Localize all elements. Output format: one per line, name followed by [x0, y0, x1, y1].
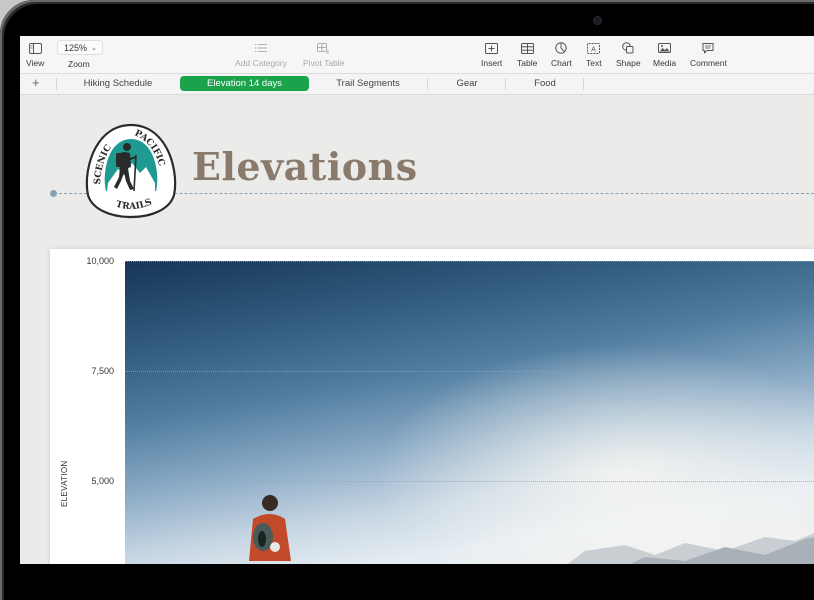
pivot-table-label: Pivot Table	[303, 58, 345, 68]
pivot-table-icon	[317, 40, 330, 56]
insert-button[interactable]: Insert	[481, 40, 502, 68]
elevation-chart[interactable]: 10,000 7,500 5,000 ELEVATION	[50, 249, 814, 564]
gridline-5000	[125, 481, 814, 482]
comment-icon	[702, 40, 714, 56]
text-button[interactable]: A Text	[586, 40, 602, 68]
numbers-window: View 125% ⌄ Zoom Add Category Pivot Tabl…	[20, 36, 814, 564]
hiker-figure	[249, 495, 291, 561]
insert-label: Insert	[481, 58, 503, 68]
comment-label: Comment	[690, 58, 727, 68]
chevron-down-icon: ⌄	[91, 44, 97, 52]
tab-label: Gear	[456, 78, 478, 89]
tab-elevation-14-days[interactable]: Elevation 14 days	[180, 76, 309, 91]
shape-button[interactable]: Shape	[616, 40, 641, 68]
chart-icon	[555, 40, 568, 56]
tab-divider	[583, 78, 584, 90]
list-icon	[254, 40, 267, 56]
page-title: Elevations	[192, 144, 418, 189]
media-button[interactable]: Media	[653, 40, 676, 68]
zoom-label: Zoom	[68, 59, 90, 69]
tab-label: Elevation 14 days	[207, 78, 282, 89]
media-icon	[658, 40, 672, 56]
insert-icon	[485, 40, 499, 56]
shape-label: Shape	[616, 58, 641, 68]
chart-button[interactable]: Chart	[551, 40, 572, 68]
camera-icon	[593, 16, 602, 25]
chart-background-photo	[125, 261, 814, 564]
tab-gear[interactable]: Gear	[428, 76, 506, 91]
gridline-7500	[125, 371, 814, 372]
sheet-canvas: SCENIC PACIFIC TRAILS Elevations 10,000 …	[20, 95, 814, 564]
y-tick-label: 7,500	[91, 366, 114, 376]
view-button[interactable]: View	[26, 40, 44, 68]
shape-icon	[622, 40, 634, 56]
table-icon	[520, 40, 534, 56]
sheet-tabs: + Hiking Schedule Elevation 14 days Trai…	[20, 74, 814, 95]
zoom-value: 125%	[64, 42, 88, 53]
table-button[interactable]: Table	[517, 40, 537, 68]
text-label: Text	[586, 58, 602, 68]
svg-text:A: A	[591, 46, 596, 53]
table-label: Table	[517, 58, 538, 68]
media-label: Media	[653, 58, 677, 68]
zoom-select[interactable]: 125% ⌄	[57, 40, 103, 55]
text-box-icon: A	[587, 40, 601, 56]
y-axis-label: ELEVATION	[60, 460, 69, 507]
tab-label: Trail Segments	[336, 78, 400, 89]
gridline-10000	[125, 261, 814, 262]
tab-food[interactable]: Food	[506, 76, 584, 91]
add-category-label: Add Category	[235, 58, 287, 68]
tab-label: Hiking Schedule	[83, 78, 153, 89]
sidebar-icon	[28, 40, 42, 56]
comment-button[interactable]: Comment	[690, 40, 727, 68]
view-label: View	[26, 58, 45, 68]
add-sheet-button[interactable]: +	[32, 76, 40, 90]
tab-divider	[56, 78, 57, 90]
tab-hiking-schedule[interactable]: Hiking Schedule	[64, 76, 172, 91]
pivot-table-button[interactable]: Pivot Table	[303, 40, 344, 68]
add-category-button[interactable]: Add Category	[235, 40, 287, 68]
photo-scene	[249, 495, 814, 564]
y-tick-label: 10,000	[86, 256, 114, 266]
scenic-pacific-trails-logo: SCENIC PACIFIC TRAILS	[85, 123, 177, 219]
toolbar: View 125% ⌄ Zoom Add Category Pivot Tabl…	[20, 36, 814, 74]
chart-label: Chart	[551, 58, 572, 68]
tab-label: Food	[534, 78, 556, 89]
tab-trail-segments[interactable]: Trail Segments	[316, 76, 420, 91]
